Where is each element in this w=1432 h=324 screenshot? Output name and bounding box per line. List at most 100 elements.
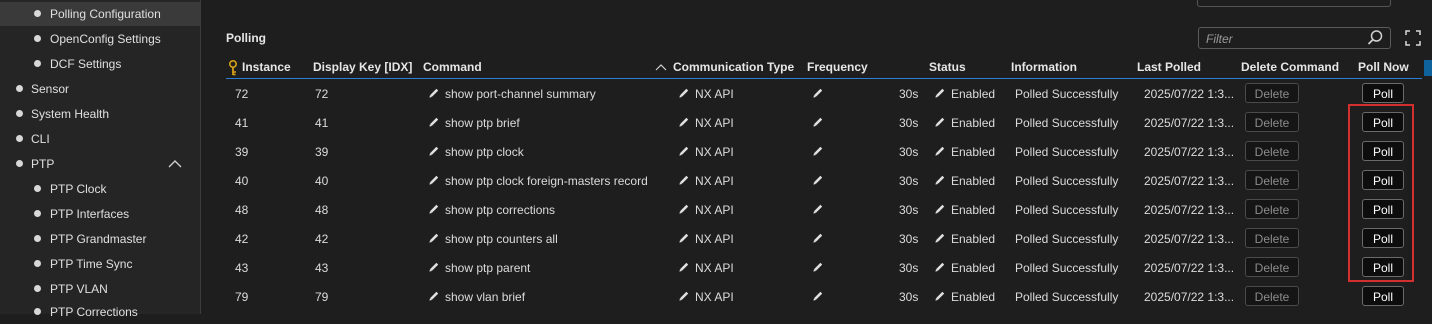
column-header-communication-type[interactable]: Communication Type: [673, 60, 794, 74]
cell-frequency-edit[interactable]: [812, 232, 829, 246]
pencil-icon[interactable]: [678, 232, 690, 244]
filter-input[interactable]: [1199, 28, 1368, 50]
sidebar-item-ptp-interfaces[interactable]: PTP Interfaces: [0, 202, 200, 226]
pencil-icon[interactable]: [428, 116, 440, 128]
side-panel-tab[interactable]: [1424, 60, 1432, 76]
cell-communication-type[interactable]: NX API: [678, 145, 734, 159]
search-icon[interactable]: [1366, 29, 1384, 47]
cell-frequency-edit[interactable]: [812, 261, 829, 275]
cell-frequency-edit[interactable]: [812, 290, 829, 304]
sidebar-item-ptp[interactable]: PTP: [0, 152, 200, 176]
poll-button[interactable]: Poll: [1362, 286, 1404, 306]
delete-button[interactable]: Delete: [1245, 112, 1299, 132]
cell-status[interactable]: Enabled: [934, 116, 995, 130]
pencil-icon[interactable]: [812, 290, 824, 302]
pencil-icon[interactable]: [812, 232, 824, 244]
sidebar-item-ptp-grandmaster[interactable]: PTP Grandmaster: [0, 227, 200, 251]
cell-command[interactable]: show ptp corrections: [428, 203, 555, 217]
delete-button[interactable]: Delete: [1245, 83, 1299, 103]
pencil-icon[interactable]: [428, 232, 440, 244]
column-header-delete-command[interactable]: Delete Command: [1241, 60, 1339, 74]
pencil-icon[interactable]: [934, 203, 946, 215]
pencil-icon[interactable]: [812, 87, 824, 99]
cell-frequency-edit[interactable]: [812, 87, 829, 101]
pencil-icon[interactable]: [678, 174, 690, 186]
pencil-icon[interactable]: [428, 145, 440, 157]
pencil-icon[interactable]: [428, 203, 440, 215]
delete-button[interactable]: Delete: [1245, 257, 1299, 277]
cell-communication-type[interactable]: NX API: [678, 203, 734, 217]
cell-frequency-edit[interactable]: [812, 203, 829, 217]
pencil-icon[interactable]: [678, 145, 690, 157]
pencil-icon[interactable]: [934, 87, 946, 99]
column-header-instance[interactable]: Instance: [242, 60, 291, 74]
pencil-icon[interactable]: [934, 290, 946, 302]
sidebar-item-ptp-clock[interactable]: PTP Clock: [0, 177, 200, 201]
sidebar-item-openconfig-settings[interactable]: OpenConfig Settings: [0, 27, 200, 51]
pencil-icon[interactable]: [934, 261, 946, 273]
cell-status[interactable]: Enabled: [934, 174, 995, 188]
cell-command[interactable]: show ptp brief: [428, 116, 520, 130]
delete-button[interactable]: Delete: [1245, 141, 1299, 161]
pencil-icon[interactable]: [428, 290, 440, 302]
column-header-poll-now[interactable]: Poll Now: [1358, 60, 1409, 74]
poll-button[interactable]: Poll: [1362, 141, 1404, 161]
cell-status[interactable]: Enabled: [934, 232, 995, 246]
poll-button[interactable]: Poll: [1362, 257, 1404, 277]
cell-frequency-edit[interactable]: [812, 174, 829, 188]
delete-button[interactable]: Delete: [1245, 199, 1299, 219]
cell-status[interactable]: Enabled: [934, 145, 995, 159]
poll-button[interactable]: Poll: [1362, 170, 1404, 190]
cell-status[interactable]: Enabled: [934, 261, 995, 275]
delete-button[interactable]: Delete: [1245, 286, 1299, 306]
sidebar-item-cli[interactable]: CLI: [0, 127, 200, 151]
cell-communication-type[interactable]: NX API: [678, 261, 734, 275]
cell-command[interactable]: show ptp clock: [428, 145, 524, 159]
pencil-icon[interactable]: [678, 261, 690, 273]
cell-command[interactable]: show ptp clock foreign-masters record: [428, 174, 648, 188]
pencil-icon[interactable]: [678, 116, 690, 128]
sidebar-item-polling-configuration[interactable]: Polling Configuration: [0, 2, 200, 26]
poll-button[interactable]: Poll: [1362, 228, 1404, 248]
column-header-status[interactable]: Status: [929, 60, 966, 74]
pencil-icon[interactable]: [678, 290, 690, 302]
expand-icon[interactable]: [1405, 30, 1421, 46]
cell-status[interactable]: Enabled: [934, 203, 995, 217]
cell-frequency-edit[interactable]: [812, 116, 829, 130]
sidebar-item-ptp-corrections[interactable]: PTP Corrections: [0, 300, 200, 324]
poll-button[interactable]: Poll: [1362, 112, 1404, 132]
pencil-icon[interactable]: [428, 174, 440, 186]
sidebar-item-ptp-time-sync[interactable]: PTP Time Sync: [0, 252, 200, 276]
pencil-icon[interactable]: [812, 203, 824, 215]
column-header-frequency[interactable]: Frequency: [807, 60, 868, 74]
pencil-icon[interactable]: [428, 87, 440, 99]
pencil-icon[interactable]: [812, 145, 824, 157]
column-header-display-key[interactable]: Display Key [IDX]: [313, 60, 412, 74]
sidebar-item-ptp-vlan[interactable]: PTP VLAN: [0, 277, 200, 301]
cell-communication-type[interactable]: NX API: [678, 87, 734, 101]
cell-command[interactable]: show ptp counters all: [428, 232, 558, 246]
pencil-icon[interactable]: [678, 203, 690, 215]
pencil-icon[interactable]: [678, 87, 690, 99]
cell-command[interactable]: show ptp parent: [428, 261, 530, 275]
poll-button[interactable]: Poll: [1362, 83, 1404, 103]
sort-up-icon[interactable]: [655, 63, 667, 71]
pencil-icon[interactable]: [934, 145, 946, 157]
cell-status[interactable]: Enabled: [934, 290, 995, 304]
column-header-command[interactable]: Command: [423, 60, 482, 74]
cell-status[interactable]: Enabled: [934, 87, 995, 101]
pencil-icon[interactable]: [934, 232, 946, 244]
pencil-icon[interactable]: [428, 261, 440, 273]
sidebar-item-system-health[interactable]: System Health: [0, 102, 200, 126]
cell-command[interactable]: show vlan brief: [428, 290, 525, 304]
pencil-icon[interactable]: [812, 174, 824, 186]
delete-button[interactable]: Delete: [1245, 170, 1299, 190]
top-input-field[interactable]: [1197, 0, 1391, 7]
cell-frequency-edit[interactable]: [812, 145, 829, 159]
cell-communication-type[interactable]: NX API: [678, 174, 734, 188]
column-header-last-polled[interactable]: Last Polled: [1137, 60, 1201, 74]
cell-communication-type[interactable]: NX API: [678, 232, 734, 246]
sidebar-item-dcf-settings[interactable]: DCF Settings: [0, 52, 200, 76]
pencil-icon[interactable]: [934, 174, 946, 186]
pencil-icon[interactable]: [934, 116, 946, 128]
